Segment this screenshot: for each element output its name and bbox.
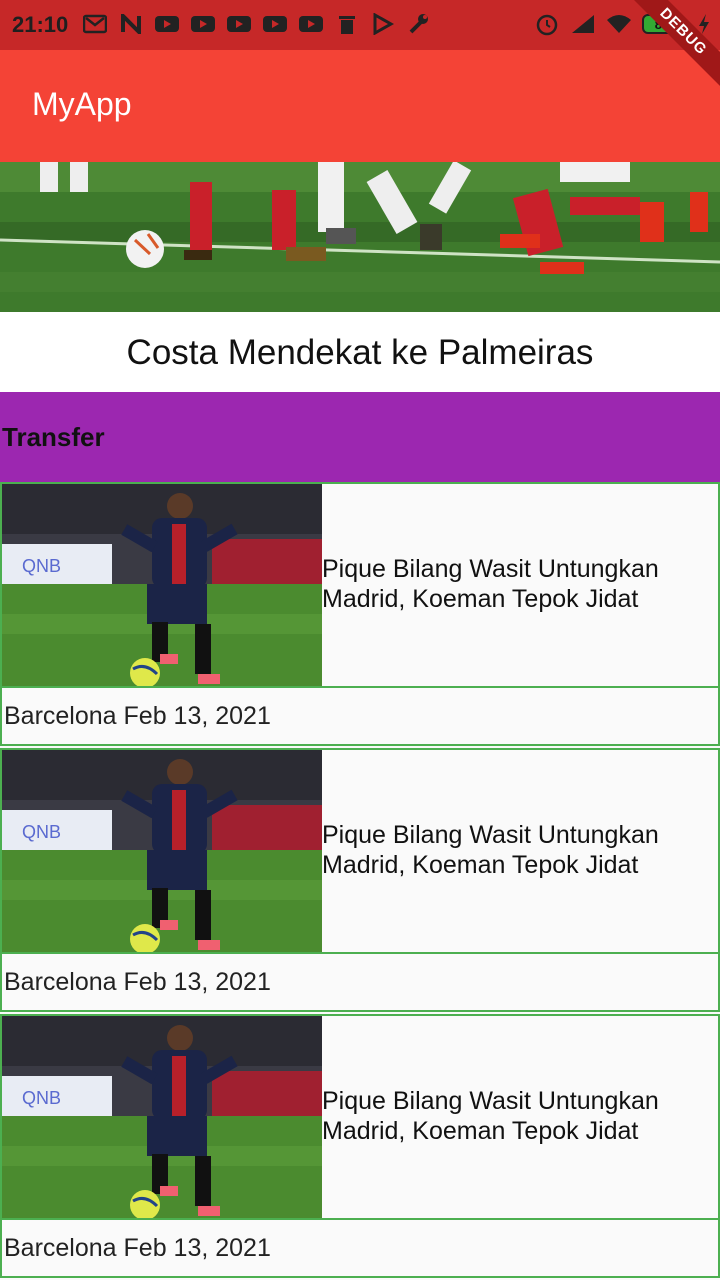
svg-text:QNB: QNB (22, 556, 61, 576)
article-card[interactable]: QNB Pique Bilang Wasit Untungkan Madrid,… (0, 482, 720, 748)
article-thumbnail[interactable]: QNB (2, 750, 322, 952)
trash-icon (334, 12, 360, 36)
app-bar: MyApp (0, 50, 720, 162)
article-card-footer: Barcelona Feb 13, 2021 (0, 1218, 720, 1278)
article-card-footer: Barcelona Feb 13, 2021 (0, 686, 720, 746)
youtube-icon (226, 12, 252, 36)
svg-text:QNB: QNB (22, 822, 61, 842)
article-card-top[interactable]: QNB Pique Bilang Wasit Untungkan Madrid,… (0, 1014, 720, 1220)
mail-icon (82, 12, 108, 36)
status-time: 21:10 (12, 12, 69, 37)
youtube-icon (154, 12, 180, 36)
article-card-footer: Barcelona Feb 13, 2021 (0, 952, 720, 1012)
article-card[interactable]: QNB Pique Bilang Wasit Untungkan Madrid,… (0, 748, 720, 1014)
article-title[interactable]: Pique Bilang Wasit Untungkan Madrid, Koe… (322, 820, 712, 880)
signal-icon (570, 12, 596, 36)
app-title: MyApp (32, 86, 132, 122)
article-thumbnail[interactable]: QNB (2, 484, 322, 686)
article-title[interactable]: Pique Bilang Wasit Untungkan Madrid, Koe… (322, 1086, 712, 1146)
n-icon (118, 12, 144, 36)
wifi-icon (606, 12, 632, 36)
youtube-icon (190, 12, 216, 36)
play-store-icon (370, 12, 396, 36)
article-meta: Barcelona Feb 13, 2021 (4, 1234, 271, 1262)
article-card[interactable]: QNB Pique Bilang Wasit Untungkan Madrid,… (0, 1014, 720, 1280)
section-header: Transfer (0, 392, 720, 482)
wrench-icon (406, 12, 432, 36)
article-card-top[interactable]: QNB Pique Bilang Wasit Untungkan Madrid,… (0, 482, 720, 688)
section-title: Transfer (2, 422, 105, 452)
article-meta: Barcelona Feb 13, 2021 (4, 968, 271, 996)
alarm-icon (534, 12, 560, 36)
featured-headline[interactable]: Costa Mendekat ke Palmeiras (0, 312, 720, 392)
article-card-top[interactable]: QNB Pique Bilang Wasit Untungkan Madrid,… (0, 748, 720, 954)
status-bar: 21:10 80 (0, 0, 720, 50)
hero-image[interactable] (0, 162, 720, 312)
notification-icons (82, 12, 432, 36)
youtube-icon (298, 12, 324, 36)
article-meta: Barcelona Feb 13, 2021 (4, 702, 271, 730)
article-title[interactable]: Pique Bilang Wasit Untungkan Madrid, Koe… (322, 554, 712, 614)
svg-text:QNB: QNB (22, 1088, 61, 1108)
youtube-icon (262, 12, 288, 36)
article-thumbnail[interactable]: QNB (2, 1016, 322, 1218)
